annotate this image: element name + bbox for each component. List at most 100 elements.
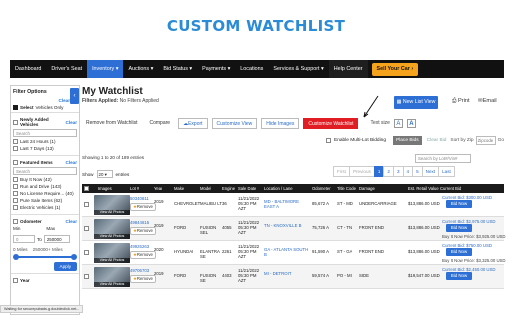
nav-inventory[interactable]: Inventory ▾ <box>87 60 124 78</box>
customize-view-button[interactable]: Customize View <box>211 117 258 129</box>
run-drive-checkbox[interactable] <box>13 184 18 189</box>
go-button[interactable]: Go <box>498 138 504 143</box>
odometer-checkbox[interactable] <box>13 219 18 224</box>
place-bids-button[interactable]: Place Bids <box>393 135 422 145</box>
nav-services-support[interactable]: Services & Support ▾ <box>268 60 328 78</box>
view-photos-link[interactable]: View All Photos <box>94 258 130 263</box>
nav-bid-status[interactable]: Bid Status ▾ <box>158 60 197 78</box>
vehicle-thumbnail[interactable]: View All Photos <box>94 267 130 287</box>
select-all-checkbox[interactable] <box>84 186 89 191</box>
page-next[interactable]: Next <box>421 166 440 177</box>
row-checkbox[interactable] <box>84 226 89 231</box>
print-button[interactable]: ⎙ Print <box>452 98 470 105</box>
location-link[interactable]: TN - KNOXVILLE B <box>264 223 310 228</box>
location-link[interactable]: MD - BALTIMORE EAST A <box>264 199 310 209</box>
clear-bid-button[interactable]: Clear Bid <box>427 138 447 143</box>
bid-now-button[interactable]: Bid Now <box>446 248 472 256</box>
th-damage[interactable]: Damage <box>359 186 375 191</box>
table-row[interactable]: View All Photos 49706703 ★Remove 2019 FORD FU… <box>82 265 504 289</box>
bid-now-button[interactable]: Bid Now <box>446 272 472 280</box>
page-first[interactable]: First <box>333 166 350 177</box>
newly-added-search[interactable]: Search <box>13 129 77 137</box>
zipcode-input[interactable]: Zipcode <box>475 135 496 145</box>
th-odometer[interactable]: Odometer <box>312 186 331 191</box>
slider-min-handle[interactable] <box>13 254 19 260</box>
odometer-min-input[interactable]: 0 <box>13 235 35 243</box>
multi-lot-checkbox[interactable] <box>326 137 331 143</box>
nav-auctions[interactable]: Auctions ▾ <box>123 60 158 78</box>
remove-button[interactable]: ★Remove <box>130 251 156 259</box>
th-lot[interactable]: Lot # <box>130 186 139 191</box>
odometer-clear[interactable]: Clear <box>66 219 78 224</box>
select-checkbox[interactable] <box>13 105 18 110</box>
vehicle-thumbnail[interactable]: View All Photos <box>94 243 130 263</box>
entries-select[interactable]: 20 ▾ <box>96 170 113 178</box>
last-7-checkbox[interactable] <box>13 146 18 151</box>
vehicle-thumbnail[interactable]: View All Photos <box>94 195 130 215</box>
th-est-retail[interactable]: Est. Retail Value <box>408 186 439 191</box>
th-location[interactable]: Location / Lane <box>264 186 293 191</box>
th-sale-date[interactable]: Sale Date <box>238 186 256 191</box>
th-images[interactable]: Images <box>98 186 112 191</box>
newly-added-clear[interactable]: Clear <box>66 120 78 125</box>
collapse-sidebar-button[interactable]: ‹ <box>70 88 79 104</box>
featured-clear[interactable]: Clear <box>66 160 78 165</box>
lot-number[interactable]: 49706703 <box>130 268 149 273</box>
row-checkbox[interactable] <box>84 250 89 255</box>
no-license-checkbox[interactable] <box>13 191 18 196</box>
text-size-small-button[interactable]: A <box>393 118 403 128</box>
bid-now-button[interactable]: Bid Now <box>446 200 472 208</box>
page-last[interactable]: Last <box>438 166 455 177</box>
table-row[interactable]: View All Photos 49926263 ★Remove 2020 HYUNDA… <box>82 241 506 265</box>
remove-button[interactable]: ★Remove <box>130 203 156 211</box>
hide-images-button[interactable]: Hide Images <box>261 117 300 129</box>
lot-number[interactable]: 49844615 <box>130 220 149 225</box>
location-link[interactable]: MI - DETROIT <box>264 271 310 276</box>
row-checkbox[interactable] <box>84 202 89 207</box>
last-24-checkbox[interactable] <box>13 139 18 144</box>
page-previous[interactable]: Previous <box>348 166 375 177</box>
th-model[interactable]: Model <box>200 186 211 191</box>
odometer-slider[interactable] <box>13 254 77 260</box>
th-title-code[interactable]: Title Code <box>337 186 356 191</box>
view-photos-link[interactable]: View All Photos <box>94 210 130 215</box>
featured-search[interactable]: Search <box>13 167 77 175</box>
remove-button[interactable]: ★Remove <box>130 227 156 235</box>
view-photos-link[interactable]: View All Photos <box>94 282 130 287</box>
compare-button[interactable]: Compare <box>145 117 175 129</box>
electric-checkbox[interactable] <box>13 205 18 210</box>
nav-locations[interactable]: Locations <box>235 60 268 78</box>
th-year[interactable]: Year <box>154 186 162 191</box>
sell-your-car-button[interactable]: Sell Your Car › <box>371 62 419 76</box>
email-button[interactable]: ✉Email <box>478 98 497 104</box>
nav-help-center[interactable]: Help Center <box>328 60 368 78</box>
th-make[interactable]: Make <box>174 186 184 191</box>
view-photos-link[interactable]: View All Photos <box>94 234 130 239</box>
lot-number[interactable]: 50340811 <box>130 196 149 201</box>
featured-checkbox[interactable] <box>13 160 18 165</box>
text-size-large-button[interactable]: A <box>406 118 416 128</box>
location-link[interactable]: GA - ATLANTA SOUTH B <box>264 247 310 257</box>
odometer-max-input[interactable]: 250000 <box>43 235 70 243</box>
table-row[interactable]: View All Photos 50340811 ★Remove 2019 CHEVRO… <box>82 193 504 217</box>
vehicle-thumbnail[interactable]: View All Photos <box>94 219 130 239</box>
year-checkbox[interactable] <box>13 278 18 283</box>
new-list-view-button[interactable]: ▦ New List View <box>394 96 438 109</box>
lot-search-input[interactable]: Search by Lot#/Vin# <box>415 154 471 163</box>
lot-number[interactable]: 49926263 <box>130 244 149 249</box>
nav-drivers-seat[interactable]: Driver's Seat <box>46 60 87 78</box>
pure-sale-checkbox[interactable] <box>13 198 18 203</box>
slider-max-handle[interactable] <box>71 254 77 260</box>
export-button[interactable]: ☁Export <box>178 117 208 129</box>
table-row[interactable]: View All Photos 49844615 ★Remove 2019 FORD FU… <box>82 217 506 241</box>
remove-button[interactable]: ★Remove <box>130 275 156 283</box>
nav-dashboard[interactable]: Dashboard <box>10 60 46 78</box>
remove-from-watchlist-button[interactable]: Remove from Watchlist <box>82 117 142 129</box>
bid-now-button[interactable]: Bid Now <box>446 224 472 232</box>
row-checkbox[interactable] <box>84 274 89 279</box>
apply-button[interactable]: Apply <box>53 262 77 271</box>
newly-added-checkbox[interactable] <box>13 119 18 125</box>
nav-payments[interactable]: Payments ▾ <box>197 60 235 78</box>
th-engine[interactable]: Engine <box>222 186 235 191</box>
buy-it-now-checkbox[interactable] <box>13 177 18 182</box>
